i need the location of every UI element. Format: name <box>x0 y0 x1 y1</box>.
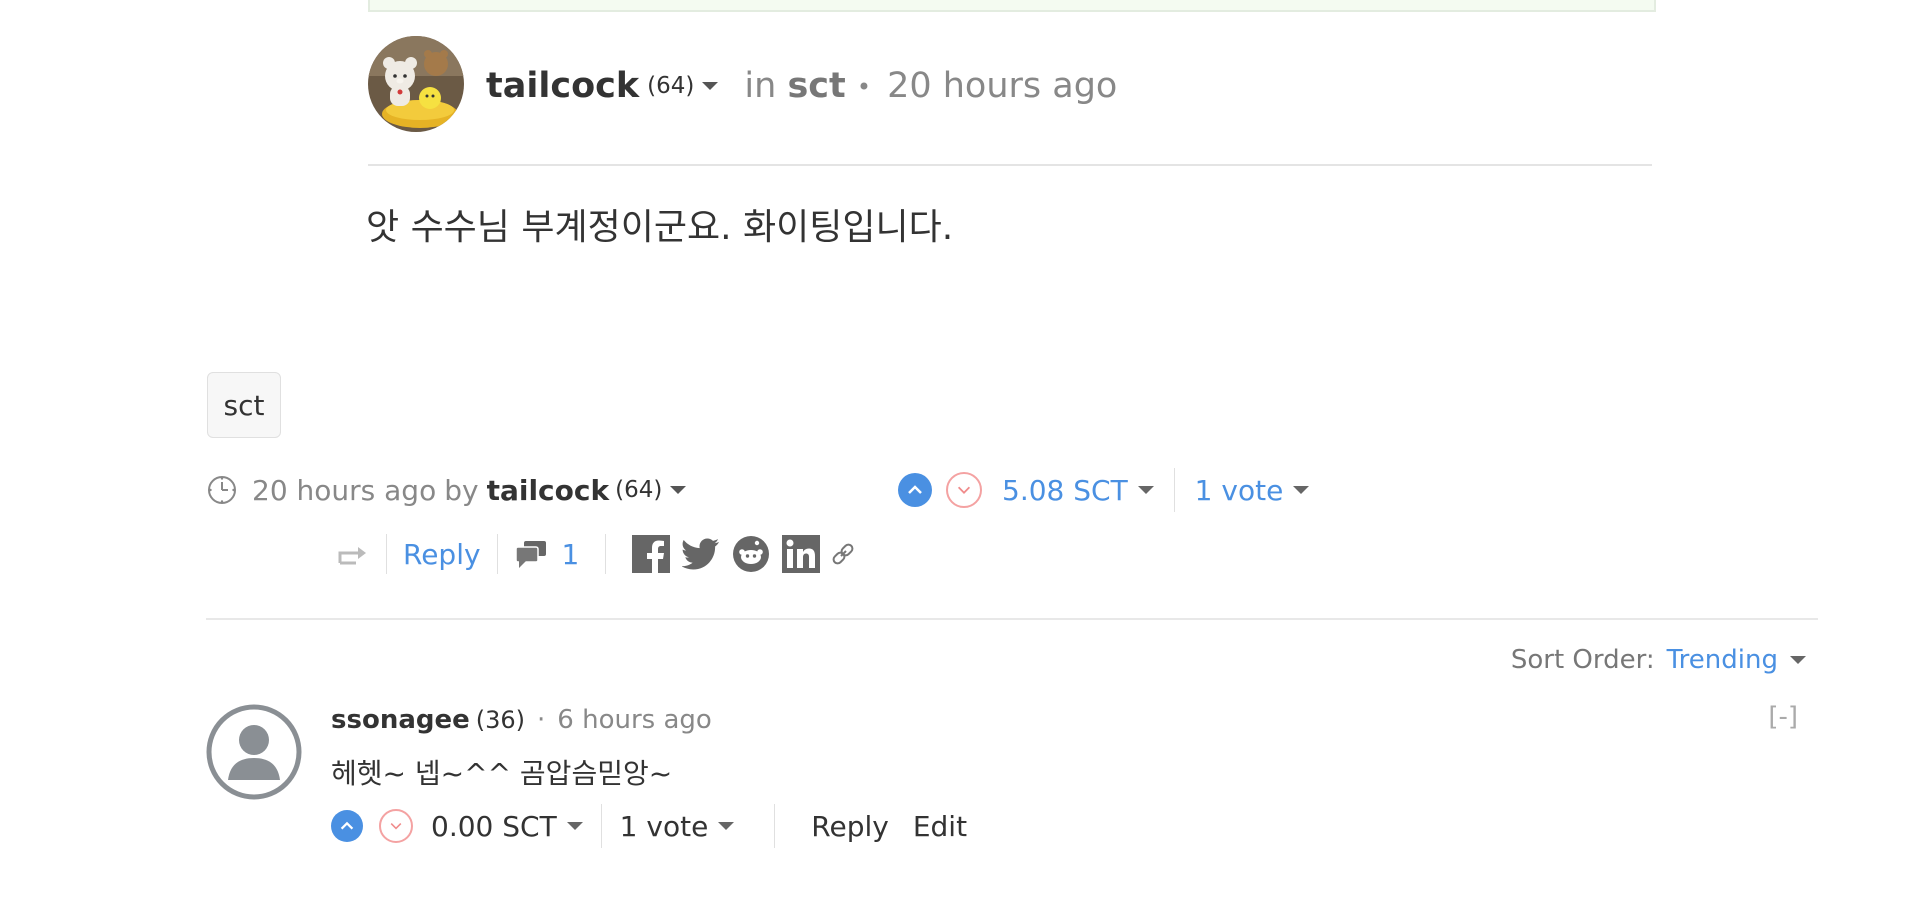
twitter-icon[interactable] <box>682 535 720 573</box>
clock-icon <box>208 476 236 504</box>
author-name[interactable]: tailcock <box>486 66 639 106</box>
avatar-placeholder-icon[interactable] <box>206 704 302 800</box>
community-info: in sct • <box>744 66 871 106</box>
tag-sct[interactable]: sct <box>207 372 281 438</box>
separator <box>774 804 776 848</box>
bullet-separator: • <box>856 73 872 101</box>
chevron-down-icon[interactable] <box>718 822 735 830</box>
link-icon[interactable] <box>832 541 854 567</box>
separator: · <box>537 705 546 735</box>
comment-edit-link[interactable]: Edit <box>913 810 967 843</box>
comment-time[interactable]: 6 hours ago <box>557 705 712 735</box>
comment-author-reputation: (36) <box>475 706 526 734</box>
chevron-down-icon[interactable] <box>1790 656 1806 664</box>
in-label: in <box>744 66 777 106</box>
comment-payout[interactable]: 0.00 SCT <box>431 810 557 843</box>
sort-order: Sort Order: Trending <box>1511 640 1806 680</box>
comment-reply-link[interactable]: Reply <box>811 810 889 843</box>
post-body: 앗 수수님 부계정이군요. 화이팅입니다. <box>366 207 954 248</box>
downvote-button[interactable] <box>946 472 982 508</box>
reply-link[interactable]: Reply <box>403 538 481 571</box>
comment-vote-count[interactable]: 1 vote <box>620 810 709 843</box>
resteem-icon[interactable] <box>336 539 370 569</box>
reddit-icon[interactable] <box>732 535 770 573</box>
chevron-down-icon[interactable] <box>702 82 719 90</box>
separator <box>600 804 602 848</box>
parent-post-box <box>368 0 1656 12</box>
divider <box>206 618 1818 620</box>
comment-count[interactable]: 1 <box>562 538 580 571</box>
upvote-button[interactable] <box>898 473 932 507</box>
downvote-icon <box>390 823 402 830</box>
post-vote-count[interactable]: 1 vote <box>1195 474 1284 507</box>
author-avatar[interactable] <box>368 36 464 132</box>
upvote-icon <box>908 485 922 494</box>
downvote-button[interactable] <box>379 809 413 843</box>
footer-author-reputation: (64) <box>615 477 663 503</box>
post-payout[interactable]: 5.08 SCT <box>1002 474 1128 507</box>
chevron-down-icon[interactable] <box>566 822 583 830</box>
community-link[interactable]: sct <box>787 66 845 106</box>
separator <box>605 534 607 574</box>
avatar-image <box>368 36 464 132</box>
comment-footer: 0.00 SCT 1 vote Reply Edit <box>331 804 991 848</box>
chevron-down-icon[interactable] <box>1293 486 1310 494</box>
sort-label: Sort Order: <box>1510 645 1655 675</box>
comment-author[interactable]: ssonagee <box>331 705 470 735</box>
by-label: by <box>444 473 479 507</box>
linkedin-icon[interactable] <box>782 535 821 573</box>
page: tailcock (64) in sct • 20 hours ago 앗 수수… <box>0 0 1906 918</box>
separator <box>496 534 498 574</box>
post-footer-info: 20 hours ago by tailcock (64) <box>206 468 687 512</box>
chevron-down-icon[interactable] <box>1137 486 1154 494</box>
author-reputation: (64) <box>647 73 695 99</box>
downvote-icon <box>957 486 971 494</box>
post-actions: Reply 1 <box>336 530 854 578</box>
post-author-row: tailcock (64) in sct • 20 hours ago <box>486 62 1117 110</box>
upvote-icon <box>340 821 354 830</box>
separator <box>1173 468 1175 512</box>
chevron-down-icon[interactable] <box>670 486 687 494</box>
comment-header: ssonagee (36) · 6 hours ago <box>331 700 712 740</box>
facebook-icon[interactable] <box>632 535 671 573</box>
post-time: 20 hours ago <box>887 66 1118 106</box>
divider <box>368 164 1652 166</box>
separator <box>386 534 387 574</box>
comment-body: 헤헷~ 넵~^^ 곰압슴믿앙~ <box>331 757 673 790</box>
footer-author[interactable]: tailcock <box>487 474 610 507</box>
comments-icon[interactable] <box>514 539 548 569</box>
post-vote-group: 5.08 SCT 1 vote <box>898 468 1310 512</box>
upvote-button[interactable] <box>331 810 363 842</box>
collapse-button[interactable]: [-] <box>1768 702 1798 732</box>
footer-time: 20 hours ago <box>252 473 437 507</box>
sort-dropdown[interactable]: Trending <box>1667 645 1778 675</box>
